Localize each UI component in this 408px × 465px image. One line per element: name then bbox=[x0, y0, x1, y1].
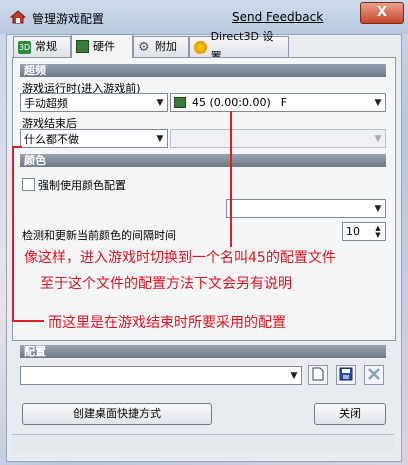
profile-section-header: 配置 bbox=[20, 345, 386, 358]
interval-value: 10 bbox=[346, 225, 360, 238]
tab-hardware[interactable]: 硬件 bbox=[71, 34, 133, 58]
exit-mode-dropdown[interactable]: 什么都不做 ▼ bbox=[20, 129, 168, 148]
tab-general[interactable]: 3D 常规 bbox=[13, 36, 71, 57]
run-profile-value: 45 (0.00:0.00) bbox=[192, 96, 271, 109]
force-color-label: 强制使用颜色配置 bbox=[38, 179, 126, 192]
chevron-down-icon: ▼ bbox=[374, 133, 382, 144]
profile-dropdown[interactable]: ▼ bbox=[20, 366, 302, 385]
force-color-checkbox[interactable] bbox=[22, 178, 35, 191]
3d-icon: 3D bbox=[18, 40, 31, 54]
close-window-button[interactable]: X bbox=[360, 2, 404, 24]
directx-icon bbox=[194, 40, 207, 54]
chevron-down-icon: ▼ bbox=[156, 97, 164, 108]
annotation-bracket bbox=[12, 146, 14, 322]
save-profile-button[interactable] bbox=[336, 365, 356, 385]
graphics-card-icon bbox=[76, 40, 89, 53]
exit-mode-value: 什么都不做 bbox=[24, 132, 79, 146]
run-profile-suffix: F bbox=[280, 96, 288, 109]
chevron-down-icon: ▼ bbox=[290, 370, 298, 381]
tab-label: 硬件 bbox=[93, 39, 115, 53]
annotation-line-2: 至于这个文件的配置方法下文会另有说明 bbox=[40, 276, 292, 292]
window-title: 管理游戏配置 bbox=[32, 12, 105, 26]
tab-direct3d[interactable]: Direct3D 设置 bbox=[189, 30, 289, 63]
run-mode-value: 手动超频 bbox=[24, 96, 68, 110]
graphics-card-icon bbox=[174, 97, 186, 108]
close-button[interactable]: 关闭 bbox=[314, 403, 386, 425]
tab-label: 附加 bbox=[155, 40, 177, 53]
app-icon bbox=[9, 9, 27, 25]
chevron-down-icon: ▼ bbox=[374, 97, 382, 108]
annotation-line-1: 像这样，进入游戏时切换到一个名叫45的配置文件 bbox=[24, 250, 336, 266]
chevron-down-icon: ▼ bbox=[374, 203, 382, 214]
chevron-down-icon: ▼ bbox=[156, 133, 164, 144]
gear-icon: ⚙ bbox=[138, 39, 150, 55]
new-profile-button[interactable] bbox=[308, 365, 328, 385]
color-section-header: 颜色 bbox=[20, 154, 386, 167]
interval-spinner[interactable]: 10 ▲ ▼ bbox=[342, 222, 386, 241]
run-mode-dropdown[interactable]: 手动超频 ▼ bbox=[20, 93, 168, 112]
exit-profile-dropdown[interactable]: ▼ bbox=[170, 129, 386, 148]
tab-extras[interactable]: ⚙ 附加 bbox=[133, 36, 189, 57]
save-icon bbox=[339, 367, 353, 384]
close-icon: X bbox=[376, 5, 388, 20]
interval-label: 检测和更新当前颜色的间隔时间 bbox=[22, 229, 176, 242]
new-document-icon bbox=[312, 367, 324, 384]
create-shortcut-button[interactable]: 创建桌面快捷方式 bbox=[22, 403, 212, 425]
run-profile-dropdown[interactable]: 45 (0.00:0.00) F ▼ bbox=[170, 93, 386, 112]
tab-label: 常规 bbox=[35, 40, 57, 53]
status-bar bbox=[12, 434, 394, 453]
send-feedback-link[interactable]: Send Feedback bbox=[232, 10, 323, 24]
annotation-bracket-top bbox=[12, 146, 22, 148]
spinner-arrows-icon[interactable]: ▲ ▼ bbox=[371, 224, 385, 239]
annotation-line-3: 而这里是在游戏结束时所要采用的配置 bbox=[48, 315, 286, 331]
color-profile-dropdown[interactable]: ▼ bbox=[226, 199, 386, 218]
delete-profile-button[interactable] bbox=[364, 365, 384, 385]
overclock-section-header: 超频 bbox=[20, 64, 386, 77]
annotation-line bbox=[230, 111, 232, 247]
delete-icon bbox=[367, 367, 381, 384]
annotation-bracket-bottom bbox=[12, 320, 44, 322]
